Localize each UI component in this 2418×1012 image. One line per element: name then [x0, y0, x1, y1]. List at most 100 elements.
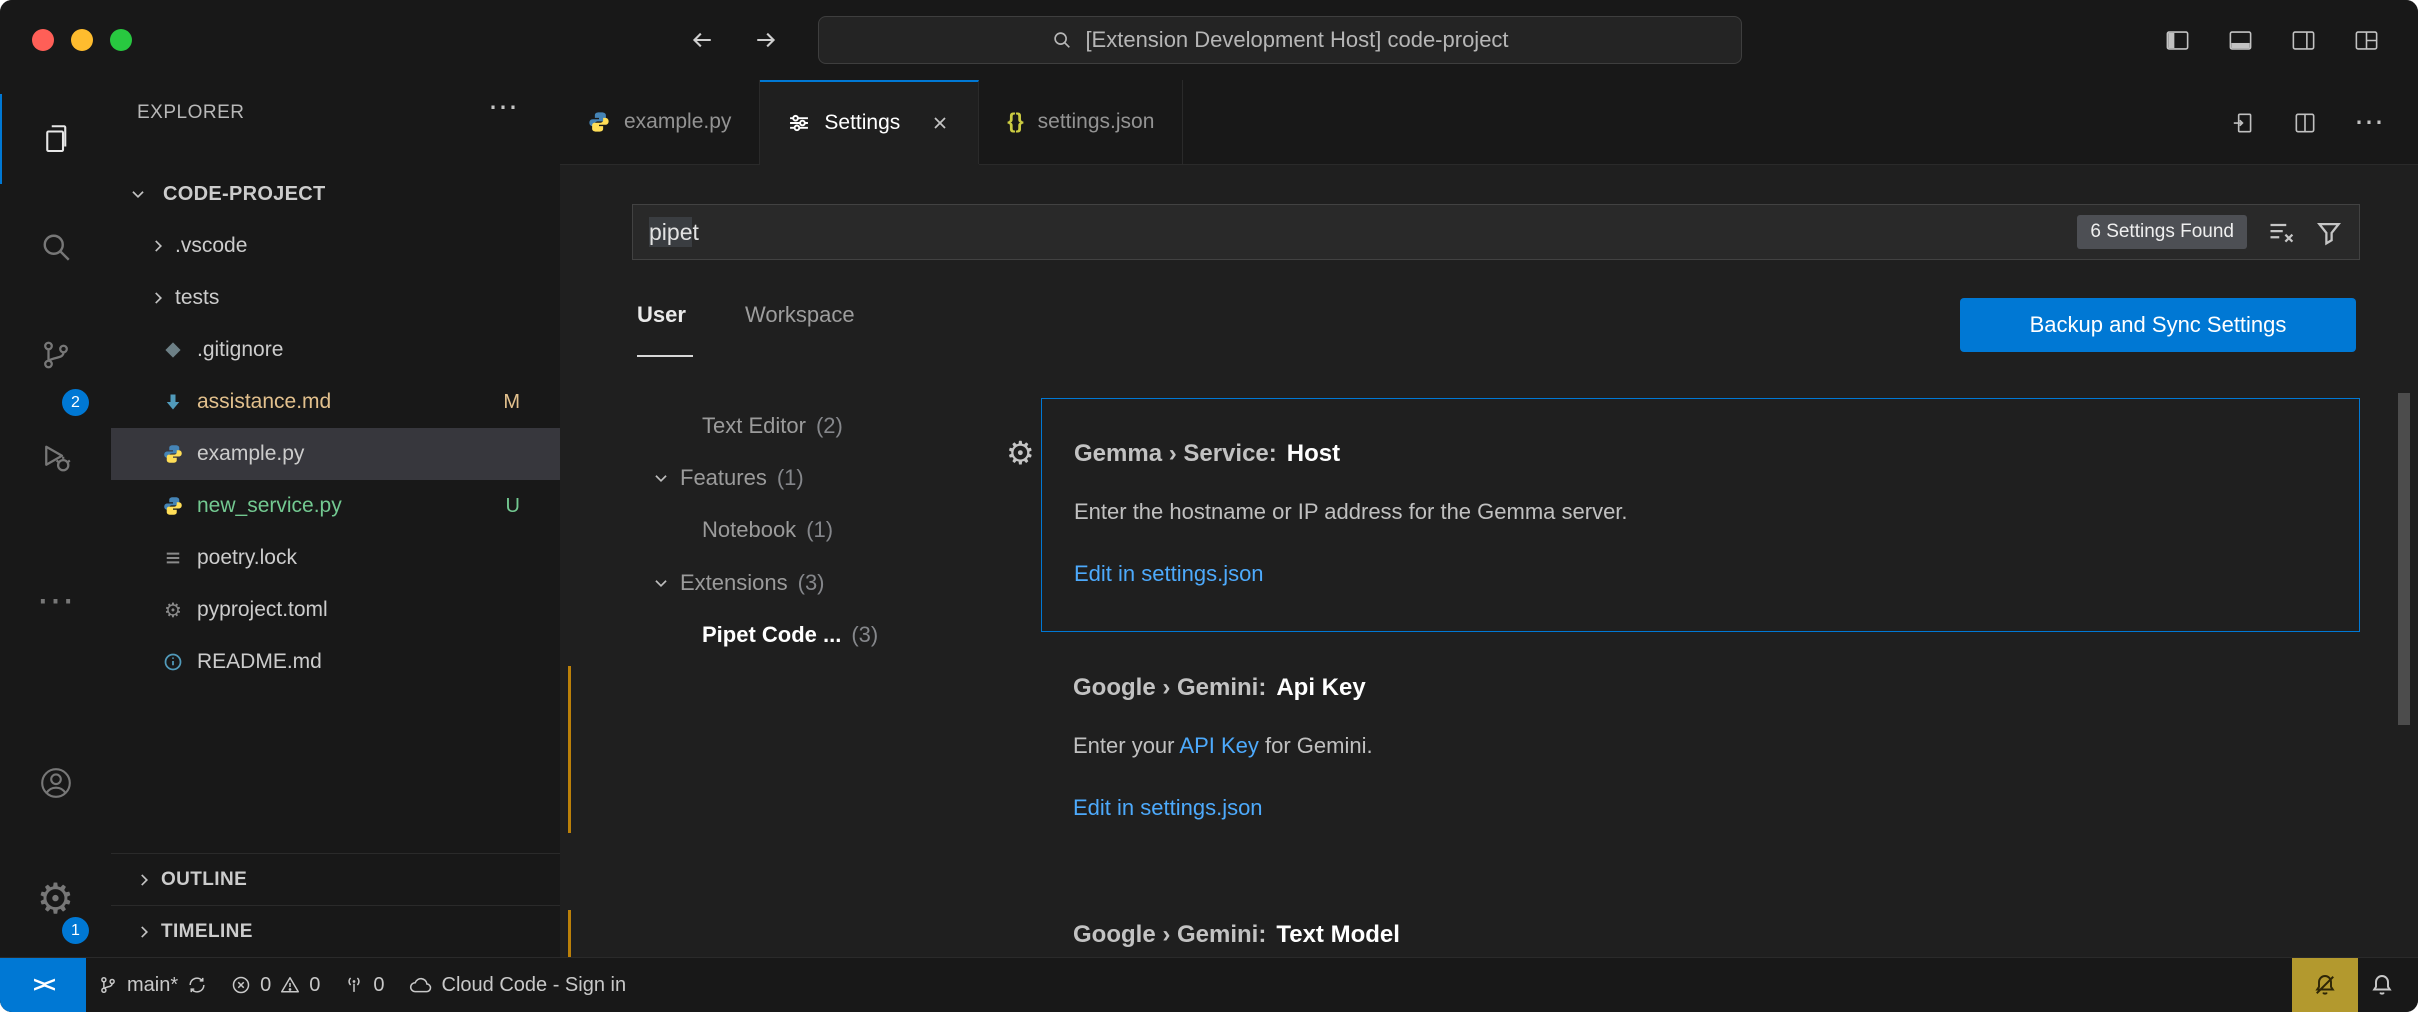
- toc-item-features[interactable]: Features (1): [652, 452, 804, 504]
- cloud-icon: [409, 976, 433, 994]
- python-file-icon: [588, 111, 610, 133]
- file-label: poetry.lock: [197, 546, 297, 570]
- explorer-item-new-service-py[interactable]: new_service.py U: [111, 480, 560, 532]
- toc-item-extensions[interactable]: Extensions (3): [652, 557, 825, 609]
- file-label: .vscode: [175, 234, 247, 258]
- more-actions-icon[interactable]: ⋯: [2354, 108, 2384, 138]
- settings-search-input[interactable]: pipet 6 Settings Found: [632, 204, 2360, 260]
- close-window-button[interactable]: [32, 29, 54, 51]
- scrollbar[interactable]: [2398, 393, 2410, 725]
- setting-google-gemini-text-model[interactable]: Google › Gemini: Text Model: [1041, 910, 2360, 957]
- close-tab-icon[interactable]: [930, 113, 950, 133]
- markdown-file-icon: [161, 392, 185, 412]
- explorer-sidebar: EXPLORER ⋯ CODE-PROJECT .vscode tests .g…: [111, 80, 561, 957]
- scope-tab-user[interactable]: User: [637, 302, 686, 328]
- outline-section[interactable]: OUTLINE: [111, 853, 560, 905]
- explorer-title: EXPLORER: [137, 102, 244, 124]
- explorer-item-readme-md[interactable]: README.md: [111, 636, 560, 688]
- chevron-right-icon: [149, 237, 167, 255]
- setting-description: Enter the hostname or IP address for the…: [1074, 497, 2327, 527]
- open-settings-json-icon[interactable]: [2230, 110, 2256, 136]
- modified-indicator-bar: [568, 666, 571, 833]
- source-control-activity-button[interactable]: [0, 310, 111, 400]
- cloud-code-status[interactable]: Cloud Code - Sign in: [397, 958, 639, 1012]
- scope-tab-workspace[interactable]: Workspace: [745, 302, 855, 328]
- toggle-primary-sidebar-icon[interactable]: [2164, 27, 2191, 59]
- explorer-item-example-py[interactable]: example.py: [111, 428, 560, 480]
- scope-tab-user-underline: [637, 355, 693, 357]
- info-file-icon: [161, 652, 185, 672]
- git-branch-status[interactable]: main*: [86, 958, 219, 1012]
- explorer-root-folder[interactable]: CODE-PROJECT: [111, 168, 560, 220]
- toc-item-pipet-code[interactable]: Pipet Code ... (3): [702, 609, 878, 661]
- json-braces-icon: {}: [1007, 110, 1023, 134]
- tab-example-py[interactable]: example.py: [560, 80, 760, 164]
- toc-item-notebook[interactable]: Notebook (1): [702, 504, 833, 556]
- remote-indicator[interactable]: ><: [0, 958, 86, 1012]
- toggle-panel-icon[interactable]: [2227, 27, 2254, 59]
- accounts-activity-button[interactable]: [0, 738, 111, 828]
- edit-in-settings-json-link[interactable]: Edit in settings.json: [1073, 793, 1263, 823]
- editor-actions: ⋯: [2230, 80, 2384, 165]
- run-debug-icon: [38, 440, 74, 476]
- setting-category: Google › Gemini:: [1073, 921, 1266, 948]
- setting-name: Text Model: [1276, 921, 1400, 948]
- search-value-rest: t: [692, 219, 698, 245]
- toc-item-text-editor[interactable]: Text Editor (2): [702, 400, 843, 452]
- setting-description: for Gemini.: [1259, 733, 1373, 758]
- do-not-disturb-status[interactable]: [2292, 958, 2358, 1012]
- settings-badge: 1: [62, 917, 89, 944]
- notifications-status[interactable]: [2358, 958, 2418, 1012]
- error-count: 0: [260, 974, 271, 997]
- bell-slash-icon: [2313, 973, 2337, 997]
- setting-google-gemini-api-key[interactable]: Google › Gemini:Api Key Enter your API K…: [1041, 663, 2360, 823]
- source-control-badge: 2: [62, 389, 89, 416]
- explorer-more-actions-icon[interactable]: ⋯: [488, 90, 518, 125]
- edit-in-settings-json-link[interactable]: Edit in settings.json: [1074, 559, 1264, 589]
- explorer-item-vscode[interactable]: .vscode: [111, 220, 560, 272]
- zoom-window-button[interactable]: [110, 29, 132, 51]
- explorer-activity-button[interactable]: [0, 94, 111, 184]
- explorer-item-tests[interactable]: tests: [111, 272, 560, 324]
- chevron-right-icon: [135, 923, 153, 941]
- ports-status[interactable]: 0: [332, 958, 396, 1012]
- tab-settings[interactable]: Settings: [760, 80, 979, 164]
- cloud-code-label: Cloud Code - Sign in: [442, 974, 627, 997]
- chevron-right-icon: [149, 289, 167, 307]
- chevron-right-icon: [135, 871, 153, 889]
- manage-settings-activity-button[interactable]: ⚙: [0, 854, 111, 944]
- file-label: .gitignore: [197, 338, 283, 362]
- filter-icon[interactable]: [2315, 218, 2343, 246]
- api-key-link[interactable]: API Key: [1179, 733, 1258, 758]
- customize-layout-icon[interactable]: [2353, 27, 2380, 59]
- split-editor-icon[interactable]: [2292, 110, 2318, 136]
- back-icon[interactable]: [688, 26, 716, 59]
- tab-label: Settings: [824, 111, 900, 135]
- explorer-item-pyproject-toml[interactable]: ⚙ pyproject.toml: [111, 584, 560, 636]
- timeline-section[interactable]: TIMELINE: [111, 905, 560, 957]
- command-center[interactable]: [Extension Development Host] code-projec…: [818, 16, 1742, 64]
- forward-icon[interactable]: [752, 26, 780, 59]
- clear-filters-icon[interactable]: [2267, 218, 2295, 246]
- root-folder-label: CODE-PROJECT: [163, 183, 326, 206]
- setting-actions-gear-icon[interactable]: ⚙: [1006, 437, 1035, 469]
- minimize-window-button[interactable]: [71, 29, 93, 51]
- tab-settings-json[interactable]: {} settings.json: [979, 80, 1183, 164]
- search-activity-button[interactable]: [0, 202, 111, 292]
- toggle-secondary-sidebar-icon[interactable]: [2290, 27, 2317, 59]
- toc-label: Pipet Code ...: [702, 622, 841, 648]
- backup-sync-settings-button[interactable]: Backup and Sync Settings: [1960, 298, 2356, 352]
- bell-icon: [2370, 973, 2394, 997]
- problems-status[interactable]: 0 0: [219, 958, 332, 1012]
- setting-gemma-service-host[interactable]: Gemma › Service:Host Enter the hostname …: [1041, 398, 2360, 632]
- run-debug-activity-button[interactable]: [0, 413, 111, 503]
- status-bar: >< main* 0 0 0: [0, 957, 2418, 1012]
- explorer-item-assistance-md[interactable]: assistance.md M: [111, 376, 560, 428]
- explorer-item-gitignore[interactable]: .gitignore: [111, 324, 560, 376]
- command-center-title: [Extension Development Host] code-projec…: [1085, 27, 1508, 53]
- ports-count: 0: [373, 974, 384, 997]
- search-icon: [1051, 29, 1073, 51]
- account-icon: [38, 765, 74, 801]
- explorer-item-poetry-lock[interactable]: poetry.lock: [111, 532, 560, 584]
- more-views-activity-button[interactable]: ⋯: [0, 556, 111, 646]
